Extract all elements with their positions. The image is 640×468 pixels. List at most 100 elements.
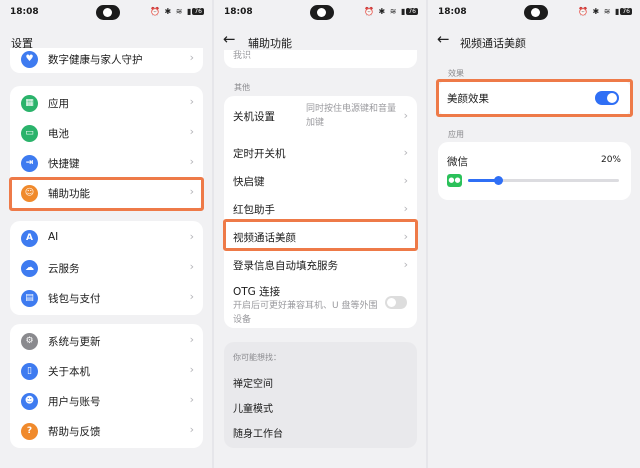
accessibility-icon: ☺ bbox=[21, 185, 38, 202]
settings-item-label: 数字健康与家人守护 bbox=[48, 54, 143, 66]
item-label: 红包助手 bbox=[233, 204, 275, 216]
settings-item-about[interactable]: ▯ 关于本机 › bbox=[10, 356, 203, 386]
help-icon: ? bbox=[21, 423, 38, 440]
music-island-icon bbox=[524, 5, 548, 20]
settings-item-ai[interactable]: A AI › bbox=[10, 223, 203, 253]
settings-item-apps[interactable]: ▦ 应用 › bbox=[10, 88, 203, 118]
cloud-icon: ☁ bbox=[21, 260, 38, 277]
chevron-right-icon: › bbox=[189, 393, 194, 406]
status-bar: 18:08 ⏰ ✱ ≋ ▮ 76 bbox=[428, 0, 640, 26]
item-power-settings[interactable]: 关机设置 同时按住电源键和音量加键 › bbox=[224, 96, 417, 136]
section-header-apps: 应用 bbox=[448, 130, 464, 139]
status-bar: 18:08 ⏰ ✱ ≋ ▮ 76 bbox=[0, 0, 212, 26]
settings-item-battery[interactable]: ▭ 电池 › bbox=[10, 118, 203, 148]
wechat-icon: ●● bbox=[447, 174, 462, 187]
settings-item-label: AI bbox=[48, 231, 59, 243]
battery-settings-icon: ▭ bbox=[21, 125, 38, 142]
settings-item-system[interactable]: ⚙ 系统与更新 › bbox=[10, 326, 203, 356]
item-description: 同时按住电源键和音量加键 bbox=[306, 104, 397, 128]
music-island-icon bbox=[310, 5, 334, 20]
cut-item-label: 我识 bbox=[233, 51, 252, 61]
otg-toggle[interactable] bbox=[385, 296, 407, 309]
status-time: 18:08 bbox=[224, 7, 253, 17]
suggestion-item[interactable]: 随身工作台 bbox=[233, 425, 283, 440]
apps-grid-icon: ▦ bbox=[21, 95, 38, 112]
chevron-right-icon: › bbox=[403, 202, 408, 215]
shortcut-icon: ⇥ bbox=[21, 155, 38, 172]
chevron-right-icon: › bbox=[189, 155, 194, 168]
chevron-right-icon: › bbox=[189, 363, 194, 376]
settings-item-label: 应用 bbox=[48, 98, 69, 110]
chevron-right-icon: › bbox=[189, 333, 194, 346]
accessibility-card-other: 关机设置 同时按住电源键和音量加键 › 定时开关机 › 快启键 › 红包助手 ›… bbox=[224, 96, 417, 328]
settings-panel: 18:08 ⏰ ✱ ≋ ▮ 76 设置 ♥ 数字健康与家人守护 › ▦ 应用 › … bbox=[0, 0, 212, 468]
item-quick-launch[interactable]: 快启键 › bbox=[224, 166, 417, 194]
slider-thumb[interactable] bbox=[494, 176, 504, 185]
status-icons: ⏰ ✱ ≋ ▮ 76 bbox=[363, 7, 418, 16]
video-beauty-panel: 18:08 ⏰ ✱ ≋ ▮ 76 ← 视频通话美颜 效果 美颜效果 应用 微信 2… bbox=[428, 0, 640, 468]
settings-item-shortcut[interactable]: ⇥ 快捷键 › bbox=[10, 148, 203, 178]
item-label: 登录信息自动填充服务 bbox=[233, 260, 338, 272]
app-name: 微信 bbox=[447, 156, 468, 168]
settings-item-cloud[interactable]: ☁ 云服务 › bbox=[10, 253, 203, 283]
suggestion-item[interactable]: 禅定空间 bbox=[233, 375, 273, 390]
item-description: 开启后可更好兼容耳机、U 盘等外围设备 bbox=[233, 301, 378, 325]
chevron-right-icon: › bbox=[189, 51, 194, 64]
back-arrow-icon[interactable]: ← bbox=[223, 30, 236, 48]
settings-card-top: ♥ 数字健康与家人守护 › bbox=[10, 48, 203, 73]
battery-icon: 76 bbox=[620, 8, 632, 15]
heart-icon: ♥ bbox=[21, 51, 38, 68]
page-title: 视频通话美颜 bbox=[460, 37, 526, 50]
settings-card-group2: A AI › ☁ 云服务 › ▤ 钱包与支付 › bbox=[10, 221, 203, 315]
chevron-right-icon: › bbox=[189, 260, 194, 273]
chevron-right-icon: › bbox=[189, 290, 194, 303]
app-card: 微信 20% ●● bbox=[438, 142, 631, 200]
chevron-right-icon: › bbox=[403, 230, 408, 243]
section-header-other: 其他 bbox=[234, 83, 250, 92]
item-autofill[interactable]: 登录信息自动填充服务 › bbox=[224, 250, 417, 278]
status-time: 18:08 bbox=[10, 7, 39, 17]
suggestions-card: 你可能想找： 禅定空间 儿童模式 随身工作台 bbox=[224, 342, 417, 448]
chevron-right-icon: › bbox=[403, 146, 408, 159]
status-icons: ⏰ ✱ ≋ ▮ 76 bbox=[577, 7, 632, 16]
chevron-right-icon: › bbox=[403, 174, 408, 187]
item-red-packet[interactable]: 红包助手 › bbox=[224, 194, 417, 222]
settings-item-wallet[interactable]: ▤ 钱包与支付 › bbox=[10, 283, 203, 313]
chevron-right-icon: › bbox=[189, 423, 194, 436]
phone-icon: ▯ bbox=[21, 363, 38, 380]
status-time: 18:08 bbox=[438, 7, 467, 17]
settings-card-group1: ▦ 应用 › ▭ 电池 › ⇥ 快捷键 › ☺ 辅助功能 › bbox=[10, 86, 203, 210]
beauty-level-slider[interactable] bbox=[468, 176, 619, 185]
section-header-effect: 效果 bbox=[448, 69, 464, 78]
chevron-right-icon: › bbox=[403, 258, 408, 271]
page-title: 辅助功能 bbox=[248, 37, 292, 50]
accessibility-panel: 18:08 ⏰ ✱ ≋ ▮ 76 ← 辅助功能 我识 其他 关机设置 同时按住电源… bbox=[214, 0, 426, 468]
accessibility-card-top: 我识 bbox=[224, 50, 417, 68]
settings-item-label: 用户与账号 bbox=[48, 396, 101, 408]
chevron-right-icon: › bbox=[189, 95, 194, 108]
chevron-right-icon: › bbox=[189, 185, 194, 198]
item-label: 快启键 bbox=[233, 176, 265, 188]
ai-icon: A bbox=[21, 230, 38, 247]
chevron-right-icon: › bbox=[189, 125, 194, 138]
item-timed-power[interactable]: 定时开关机 › bbox=[224, 138, 417, 166]
gear-icon: ⚙ bbox=[21, 333, 38, 350]
settings-item-account[interactable]: ☻ 用户与账号 › bbox=[10, 386, 203, 416]
status-icons: ⏰ ✱ ≋ ▮ 76 bbox=[149, 7, 204, 16]
item-label: 定时开关机 bbox=[233, 148, 286, 160]
settings-item-accessibility[interactable]: ☺ 辅助功能 › bbox=[10, 178, 203, 208]
suggestion-item[interactable]: 儿童模式 bbox=[233, 400, 273, 415]
settings-item-label: 关于本机 bbox=[48, 366, 90, 378]
settings-item-digital-health[interactable]: ♥ 数字健康与家人守护 › bbox=[10, 44, 203, 74]
settings-item-label: 快捷键 bbox=[48, 158, 80, 170]
settings-item-label: 辅助功能 bbox=[48, 188, 90, 200]
settings-item-label: 系统与更新 bbox=[48, 336, 101, 348]
item-video-beauty[interactable]: 视频通话美颜 › bbox=[224, 222, 417, 250]
effect-label: 美颜效果 bbox=[447, 93, 489, 105]
battery-icon: 76 bbox=[406, 8, 418, 15]
wallet-icon: ▤ bbox=[21, 290, 38, 307]
settings-item-help[interactable]: ? 帮助与反馈 › bbox=[10, 416, 203, 446]
effect-toggle[interactable] bbox=[595, 91, 619, 105]
back-arrow-icon[interactable]: ← bbox=[437, 30, 450, 48]
item-otg[interactable]: OTG 连接 开启后可更好兼容耳机、U 盘等外围设备 bbox=[224, 278, 417, 328]
